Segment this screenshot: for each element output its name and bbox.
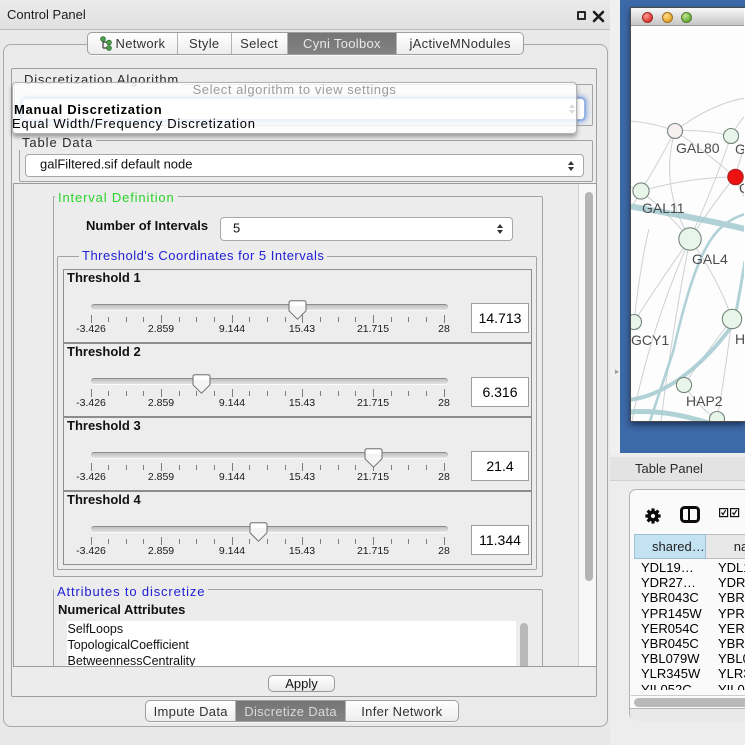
svg-text:GAL4: GAL4 <box>692 251 728 267</box>
svg-text:GAL80: GAL80 <box>676 140 720 156</box>
svg-text:HAP2: HAP2 <box>686 393 723 409</box>
svg-text:G.: G. <box>735 141 744 157</box>
svg-text:GAL11: GAL11 <box>642 200 685 216</box>
svg-text:GCY1: GCY1 <box>631 332 669 348</box>
svg-text:H: H <box>735 331 744 347</box>
svg-text:C: C <box>739 180 744 196</box>
